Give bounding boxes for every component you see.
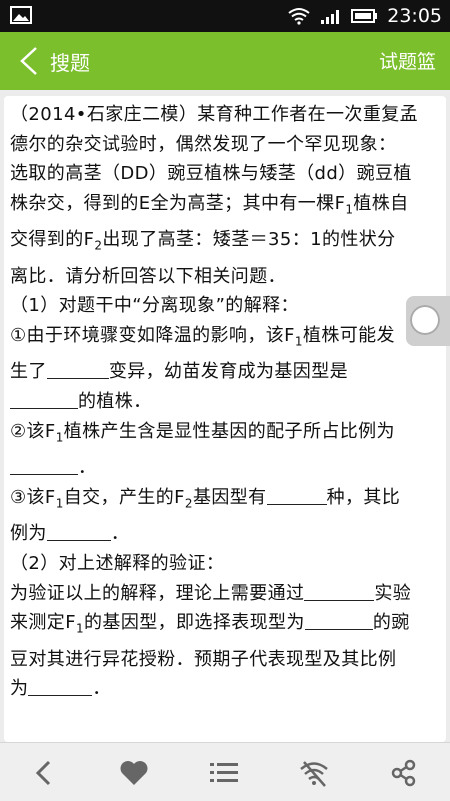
- question-line: ①由于环境骤变如降温的影响，该F1植株可能发: [10, 321, 446, 357]
- question-line: （2）对上述解释的验证：: [10, 549, 446, 579]
- answer-blank: [10, 388, 78, 410]
- list-icon: [210, 763, 238, 782]
- answer-blank: [46, 358, 109, 380]
- question-text-segment: ．: [110, 523, 130, 545]
- wifi-off-icon: [300, 761, 328, 787]
- question-line: 为验证以上的解释，理论上需要通过 实验: [10, 579, 446, 609]
- back-arrow-icon: [35, 760, 51, 786]
- answer-blank: [46, 520, 111, 542]
- question-text-segment: （2）对上述解释的验证：: [10, 552, 225, 574]
- question-line: ．: [10, 453, 446, 483]
- question-text-segment: 交得到的F: [10, 229, 95, 251]
- question-card: （2014•石家庄二模）某育种工作者在一次重复孟 德尔的杂交试验时，偶然发现了一个…: [4, 96, 446, 742]
- question-line: （1）对题干中“分离现象”的解释：: [10, 291, 446, 321]
- question-text-segment: 的植株．: [78, 391, 152, 413]
- question-line: 例为 ．: [10, 519, 446, 549]
- question-line: 离比．请分析回答以下相关问题．: [10, 262, 446, 292]
- share-icon: [391, 759, 416, 787]
- question-line: 交得到的F2出现了高茎：矮茎＝35：1的性状分: [10, 225, 446, 261]
- question-line: （2014•石家庄二模）某育种工作者在一次重复孟: [10, 100, 446, 130]
- question-text-segment: 例为: [10, 523, 47, 545]
- question-text-segment: ．: [78, 457, 97, 479]
- question-text-segment: 植株可能发: [302, 325, 395, 347]
- question-text-segment: 的基因型，即选择表现型为: [84, 612, 305, 634]
- assistive-touch-icon: [410, 305, 440, 335]
- battery-icon: [351, 9, 378, 23]
- question-line: 豆对其进行异花授粉．预期子代表现型及其比例: [10, 645, 446, 675]
- question-line: ②该F1植株产生含是显性基因的配子所占比例为: [10, 417, 446, 453]
- question-content: （2014•石家庄二模）某育种工作者在一次重复孟 德尔的杂交试验时，偶然发现了一个…: [0, 90, 450, 742]
- question-text-segment: ．: [92, 678, 111, 700]
- question-line: 德尔的杂交试验时，偶然发现了一个罕见现象：: [10, 130, 446, 160]
- question-text-segment: 实验: [374, 582, 412, 604]
- status-bar: 23:05: [0, 0, 450, 32]
- question-line: 选取的高茎（DD）豌豆植株与矮茎（dd）豌豆植: [10, 159, 446, 189]
- question-text-segment: ③该F: [10, 486, 56, 508]
- bottom-nav: [0, 742, 450, 801]
- subscript: 1: [294, 334, 303, 349]
- question-text-segment: ①由于环境骤变如降温的影响，该F: [10, 325, 295, 347]
- question-text-segment: 来测定F: [10, 612, 76, 634]
- list-button[interactable]: [204, 753, 244, 793]
- subscript: 1: [55, 430, 64, 445]
- question-basket-button[interactable]: 试题篮: [379, 47, 436, 74]
- app-bar: 搜题 试题篮: [0, 32, 450, 90]
- question-text-segment: 生了: [10, 361, 47, 383]
- gallery-icon: [10, 6, 32, 24]
- status-time: 23:05: [387, 5, 442, 27]
- heart-icon: [120, 761, 148, 785]
- subscript: 1: [75, 621, 85, 636]
- question-text-segment: 豆对其进行异花授粉．预期子代表现型及其比例: [10, 648, 397, 670]
- answer-blank: [266, 484, 327, 505]
- answer-blank: [28, 675, 93, 697]
- wifi-icon: [288, 8, 310, 25]
- question-text-segment: 德尔的杂交试验时，偶然发现了一个罕见现象：: [10, 133, 397, 155]
- back-button[interactable]: [24, 753, 64, 793]
- answer-blank: [304, 580, 375, 601]
- signal-icon: [321, 10, 340, 24]
- question-line: 株杂交，得到的E全为高茎；其中有一棵F1植株自: [10, 189, 446, 225]
- answer-blank: [10, 454, 78, 476]
- subscript: 1: [55, 496, 64, 511]
- question-text-segment: 变异，幼苗发育成为基因型是: [108, 361, 349, 383]
- favorite-button[interactable]: [114, 753, 154, 793]
- page-title: 搜题: [50, 51, 90, 75]
- question-text-segment: 为: [10, 678, 29, 700]
- share-button[interactable]: [384, 753, 424, 793]
- question-text-segment: 为验证以上的解释，理论上需要通过: [10, 582, 305, 604]
- question-text-segment: 基因型有: [192, 486, 267, 508]
- question-text-segment: 株杂交，得到的E全为高茎；其中有一棵F: [10, 193, 346, 215]
- answer-blank: [304, 609, 373, 631]
- question-line: 为．: [10, 674, 446, 704]
- chevron-left-icon[interactable]: [18, 46, 40, 76]
- question-text-segment: （1）对题干中“分离现象”的解释：: [10, 295, 299, 317]
- question-line: 的植株．: [10, 387, 446, 417]
- subscript: 2: [184, 496, 193, 511]
- question-text-segment: 自交，产生的F: [63, 486, 185, 508]
- question-text-segment: 植株产生含是显性基因的配子所占比例为: [63, 420, 395, 442]
- question-text-segment: 植株自: [353, 193, 409, 215]
- question-text-segment: 离比．请分析回答以下相关问题．: [10, 265, 286, 287]
- network-button[interactable]: [294, 753, 334, 793]
- question-text-segment: 出现了高茎：矮茎＝35：1的性状分: [102, 229, 396, 251]
- question-text-segment: 的豌: [372, 612, 410, 634]
- question-line: ③该F1自交，产生的F2基因型有 种，其比: [10, 483, 446, 519]
- question-line: 生了 变异，幼苗发育成为基因型是: [10, 357, 446, 387]
- question-text: （2014•石家庄二模）某育种工作者在一次重复孟 德尔的杂交试验时，偶然发现了一个…: [10, 100, 446, 704]
- question-text-segment: （2014•石家庄二模）某育种工作者在一次重复孟: [10, 104, 419, 125]
- floating-assist-button[interactable]: [406, 296, 450, 346]
- question-text-segment: 种，其比: [326, 486, 401, 508]
- question-line: 来测定F1的基因型，即选择表现型为 的豌: [10, 608, 446, 644]
- question-text-segment: ②该F: [10, 420, 56, 442]
- question-text-segment: 选取的高茎（DD）豌豆植株与矮茎（dd）豌豆植: [10, 163, 412, 185]
